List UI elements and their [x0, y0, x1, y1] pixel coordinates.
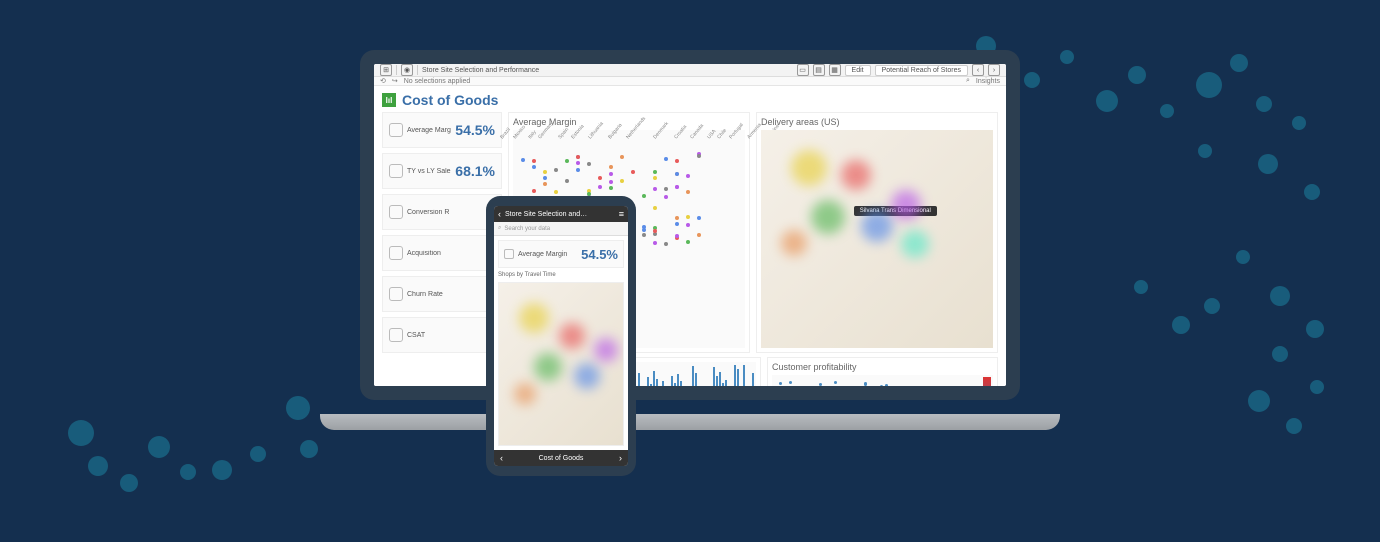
prev-sheet-icon[interactable]: ‹ [500, 453, 503, 463]
kpi-card[interactable]: Conversion R [382, 194, 502, 230]
edit-button[interactable]: Edit [845, 65, 871, 76]
page-title: Cost of Goods [402, 92, 498, 108]
kpi-icon [389, 205, 403, 219]
prev-icon[interactable]: ‹ [972, 64, 984, 76]
kpi-label: TY vs LY Sales [407, 168, 451, 175]
kpi-icon [504, 249, 514, 259]
potential-reach-button[interactable]: Potential Reach of Stores [875, 65, 968, 76]
kpi-card[interactable]: Average Margin 54.5% [382, 112, 502, 148]
kpi-list: Average Margin 54.5% TY vs LY Sales 68.1% Co… [382, 112, 502, 353]
search-placeholder: Search your data [504, 226, 550, 232]
device-icon[interactable]: ▭ [797, 64, 809, 76]
delivery-map: Silvana Trans Dimensional [761, 130, 993, 348]
kpi-icon [389, 328, 403, 342]
phone-footer: ‹ Cost of Goods › [494, 450, 628, 466]
kpi-label: Average Margin [407, 127, 451, 134]
phone-kpi-card[interactable]: Average Margin 54.5% [498, 240, 624, 268]
phone-map[interactable] [498, 282, 624, 446]
kpi-icon [389, 164, 403, 178]
footer-title: Cost of Goods [539, 455, 584, 462]
chart-title: Delivery areas (US) [761, 117, 993, 127]
kpi-card[interactable]: Churn Rate [382, 276, 502, 312]
profitability-scatter [772, 375, 993, 386]
laptop-device: ⊞ ◉ Store Site Selection and Performance… [360, 50, 1020, 430]
kpi-icon [389, 287, 403, 301]
kpi-value: 54.5% [455, 122, 495, 138]
phone-title: Store Site Selection and… [505, 211, 587, 218]
kpi-icon [389, 123, 403, 137]
app-toolbar: ⊞ ◉ Store Site Selection and Performance… [374, 64, 1006, 77]
kpi-label: Churn Rate [407, 291, 443, 298]
app-title: Store Site Selection and Performance [422, 67, 539, 74]
kpi-label: Acquisition [407, 250, 441, 257]
phone-device: ‹ Store Site Selection and… ≡ ⌕ Search y… [486, 196, 636, 476]
kpi-value: 68.1% [455, 163, 495, 179]
bookmark-icon[interactable]: ▤ [813, 64, 825, 76]
laptop-base [320, 414, 1060, 430]
dashboard-app: ⊞ ◉ Store Site Selection and Performance… [374, 64, 1006, 386]
customer-profitability-panel[interactable]: Customer profitability [767, 357, 998, 386]
search-icon: ⌕ [498, 225, 501, 232]
hamburger-icon[interactable]: ≡ [619, 209, 624, 219]
kpi-card[interactable]: Acquisition [382, 235, 502, 271]
insights-button[interactable]: Insights [976, 78, 1000, 85]
kpi-label: Average Margin [518, 251, 567, 258]
phone-header: ‹ Store Site Selection and… ≡ [494, 206, 628, 222]
sheet-icon[interactable]: ▦ [829, 64, 841, 76]
color-legend [983, 377, 991, 386]
kpi-card[interactable]: TY vs LY Sales 68.1% [382, 153, 502, 189]
phone-search[interactable]: ⌕ Search your data [494, 222, 628, 236]
phone-app: ‹ Store Site Selection and… ≡ ⌕ Search y… [494, 206, 628, 466]
next-sheet-icon[interactable]: › [619, 453, 622, 463]
selection-fwd-icon[interactable]: ↪ [392, 77, 398, 85]
kpi-icon [389, 246, 403, 260]
no-selections-label: No selections applied [404, 78, 471, 85]
chart-title: Customer profitability [772, 362, 993, 372]
selections-bar: ⟲ ↪ No selections applied ⌕ Insights [374, 77, 1006, 86]
kpi-label: Conversion R [407, 209, 449, 216]
delivery-map-panel[interactable]: Delivery areas (US) Silvana Trans Dimens… [756, 112, 998, 353]
kpi-label: CSAT [407, 332, 425, 339]
next-icon[interactable]: › [988, 64, 1000, 76]
home-icon[interactable]: ◉ [401, 64, 413, 76]
kpi-value: 54.5% [581, 247, 618, 262]
page-header: lıl Cost of Goods [382, 92, 998, 108]
back-icon[interactable]: ‹ [498, 209, 501, 219]
search-icon[interactable]: ⌕ [966, 77, 970, 85]
menu-icon[interactable]: ⊞ [380, 64, 392, 76]
selection-back-icon[interactable]: ⟲ [380, 77, 386, 85]
phone-map-title: Shops by Travel Time [498, 272, 624, 278]
kpi-card[interactable]: CSAT [382, 317, 502, 353]
chart-icon: lıl [382, 93, 396, 107]
